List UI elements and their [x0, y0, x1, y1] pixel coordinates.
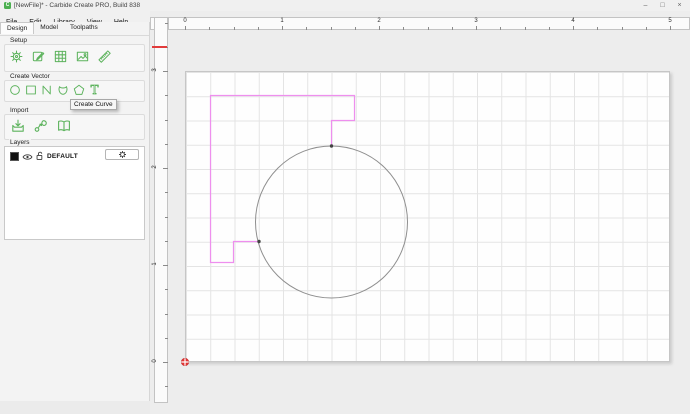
ruler-icon[interactable]: [97, 49, 112, 64]
background-image-icon[interactable]: [75, 49, 90, 64]
curve-icon[interactable]: [56, 83, 70, 97]
layers-panel: DEFAULT: [4, 146, 145, 240]
gear-icon[interactable]: [9, 49, 24, 64]
create-vector-group-label: Create Vector: [9, 73, 51, 80]
app-window: C [NewFile]* - Carbide Create PRO, Build…: [0, 0, 690, 414]
library-icon[interactable]: [56, 118, 72, 134]
import-group: [4, 114, 145, 140]
import-file-icon[interactable]: [10, 118, 26, 134]
sidebar: DesignModelToolpaths Setup Create Vector…: [0, 22, 150, 401]
canvas-shapes[interactable]: [150, 11, 690, 414]
polygon-icon[interactable]: [72, 83, 86, 97]
layer-settings-button[interactable]: [105, 149, 139, 160]
title-bar: C [NewFile]* - Carbide Create PRO, Build…: [0, 0, 690, 11]
tab-model[interactable]: Model: [34, 22, 64, 34]
grid-icon[interactable]: [53, 49, 68, 64]
layer-lock-icon[interactable]: [36, 148, 44, 166]
polyline-icon[interactable]: [40, 83, 54, 97]
layers-group-label: Layers: [9, 139, 31, 146]
minimize-button[interactable]: –: [637, 0, 654, 11]
design-canvas[interactable]: 0123450123: [150, 11, 690, 414]
setup-group: [4, 44, 145, 72]
svg-text:T: T: [91, 83, 99, 97]
tab-toolpaths[interactable]: Toolpaths: [64, 22, 104, 34]
close-button[interactable]: ×: [671, 0, 688, 11]
layer-visibility-eye-icon[interactable]: [22, 148, 33, 166]
window-title: [NewFile]* - Carbide Create PRO, Build 8…: [14, 0, 140, 11]
tooltip: Create Curve: [70, 99, 117, 110]
rectangle-icon[interactable]: [24, 83, 38, 97]
window-controls: – □ ×: [637, 0, 688, 11]
layer-name: DEFAULT: [47, 153, 78, 160]
text-icon[interactable]: T: [88, 83, 102, 97]
circle-icon[interactable]: [8, 83, 22, 97]
tab-design[interactable]: Design: [0, 22, 34, 34]
maximize-button[interactable]: □: [654, 0, 671, 11]
setup-group-label: Setup: [9, 37, 28, 44]
import-group-label: Import: [9, 107, 29, 114]
job-setup-icon[interactable]: [31, 49, 46, 64]
app-logo-icon: C: [4, 2, 11, 9]
tab-bar: DesignModelToolpaths: [0, 22, 149, 36]
layer-row[interactable]: DEFAULT: [5, 147, 144, 164]
trace-image-icon[interactable]: [33, 118, 49, 134]
layer-color-swatch[interactable]: [10, 152, 19, 161]
